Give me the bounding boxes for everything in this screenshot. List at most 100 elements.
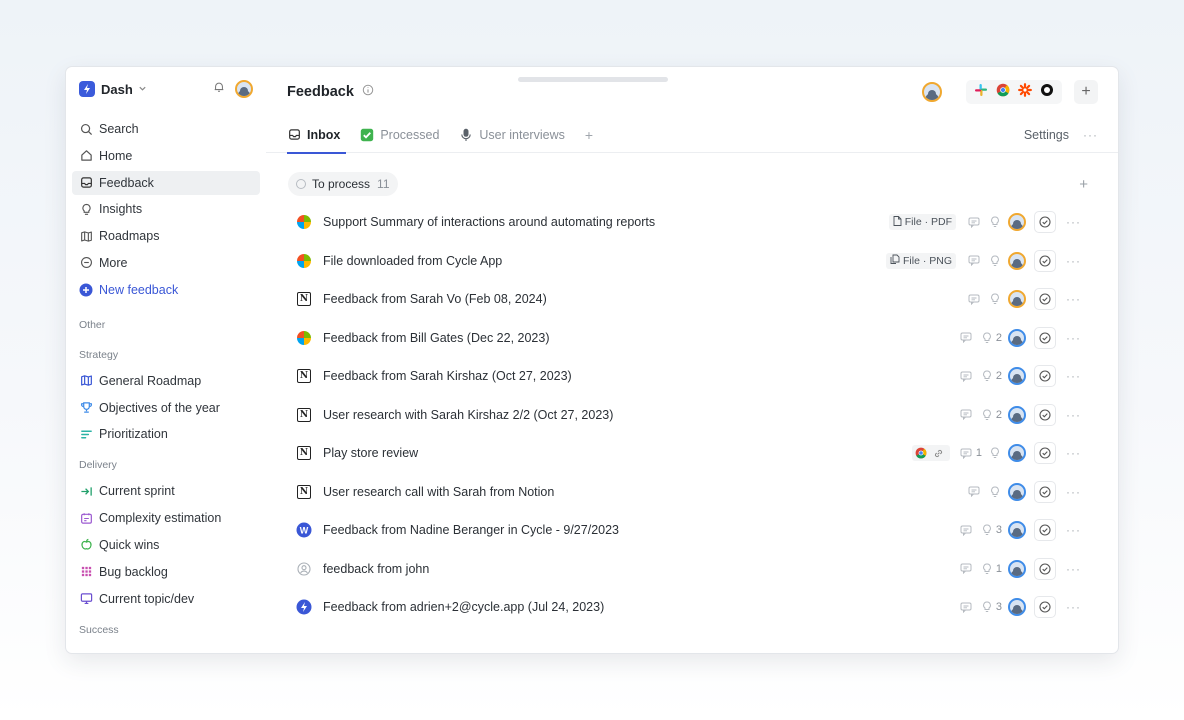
assignee-avatar[interactable] — [1008, 251, 1026, 270]
zapier-icon[interactable] — [1018, 82, 1032, 102]
row-more-icon[interactable]: ··· — [1066, 292, 1080, 306]
comments-count[interactable] — [960, 525, 974, 536]
process-button[interactable] — [1034, 326, 1056, 349]
section-other[interactable]: Other — [72, 318, 260, 332]
sidebar-item-general-roadmap[interactable]: General Roadmap — [72, 369, 260, 393]
table-row[interactable]: N User research with Sarah Kirshaz 2/2 (O… — [288, 396, 1088, 435]
row-more-icon[interactable]: ··· — [1066, 485, 1080, 499]
collaborator-avatar[interactable] — [922, 82, 942, 102]
assignee-avatar[interactable] — [1008, 213, 1026, 232]
nav-home[interactable]: Home — [72, 144, 260, 168]
assignee-avatar[interactable] — [1008, 559, 1026, 578]
row-more-icon[interactable]: ··· — [1066, 254, 1080, 268]
assignee-avatar[interactable] — [1008, 290, 1026, 309]
info-icon[interactable] — [362, 83, 374, 101]
process-button[interactable] — [1034, 403, 1056, 426]
group-to-process[interactable]: To process 11 — [288, 172, 398, 196]
row-more-icon[interactable]: ··· — [1066, 369, 1080, 383]
process-button[interactable] — [1034, 211, 1056, 234]
table-row[interactable]: N User research call with Sarah from Noti… — [288, 473, 1088, 512]
process-button[interactable] — [1034, 480, 1056, 503]
assignee-avatar[interactable] — [1008, 598, 1026, 617]
table-row[interactable]: Support Summary of interactions around a… — [288, 203, 1088, 242]
add-tab-button[interactable]: + — [585, 127, 593, 143]
row-more-icon[interactable]: ··· — [1066, 215, 1080, 229]
sidebar-item-complexity-estimation[interactable]: Complexity estimation — [72, 506, 260, 530]
assignee-avatar[interactable] — [1008, 482, 1026, 501]
row-more-icon[interactable]: ··· — [1066, 408, 1080, 422]
assignee-avatar[interactable] — [1008, 405, 1026, 424]
tab-user-interviews[interactable]: User interviews — [459, 117, 565, 153]
sidebar-item-current-sprint[interactable]: Current sprint — [72, 479, 260, 503]
process-button[interactable] — [1034, 288, 1056, 311]
nav-insights[interactable]: Insights — [72, 197, 260, 221]
tab-processed[interactable]: Processed — [360, 117, 439, 153]
insights-count[interactable] — [990, 293, 1002, 305]
process-button[interactable] — [1034, 596, 1056, 619]
source-link-chip[interactable] — [911, 445, 950, 462]
comments-count[interactable] — [968, 486, 982, 498]
row-more-icon[interactable]: ··· — [1066, 331, 1080, 345]
process-button[interactable] — [1034, 519, 1056, 542]
process-button[interactable] — [1034, 365, 1056, 388]
more-options-icon[interactable]: ··· — [1083, 128, 1097, 142]
nav-feedback[interactable]: Feedback — [72, 170, 260, 195]
table-row[interactable]: feedback from john 1 ··· — [288, 550, 1088, 589]
insights-count[interactable] — [990, 486, 1002, 498]
insights-count[interactable] — [990, 447, 1002, 459]
attachment-chip[interactable]: File · PDF — [888, 214, 956, 231]
new-feedback-button[interactable]: New feedback — [72, 278, 260, 302]
row-more-icon[interactable]: ··· — [1066, 600, 1080, 614]
table-row[interactable]: Feedback from adrien+2@cycle.app (Jul 24… — [288, 588, 1088, 627]
section-success[interactable]: Success — [72, 623, 260, 637]
insights-count[interactable]: 1 — [982, 563, 1002, 575]
insights-count[interactable] — [990, 216, 1002, 228]
comments-count[interactable] — [968, 217, 982, 228]
comments-count[interactable] — [960, 602, 974, 613]
comments-count[interactable]: 1 — [960, 447, 982, 459]
insights-count[interactable]: 3 — [982, 601, 1002, 613]
table-row[interactable]: N Play store review 1 ··· — [288, 434, 1088, 473]
workspace-switcher[interactable]: Dash — [72, 77, 260, 101]
user-avatar[interactable] — [235, 80, 253, 98]
sidebar-item-quick-wins[interactable]: Quick wins — [72, 533, 260, 557]
table-row[interactable]: N Feedback from Sarah Kirshaz (Oct 27, 20… — [288, 357, 1088, 396]
nav-roadmaps[interactable]: Roadmaps — [72, 224, 260, 248]
sidebar-item-bug-backlog[interactable]: Bug backlog — [72, 560, 260, 584]
attachment-chip[interactable]: File · PNG — [885, 252, 956, 269]
insights-count[interactable]: 2 — [982, 332, 1002, 344]
ring-app-icon[interactable] — [1040, 83, 1054, 102]
comments-count[interactable] — [960, 371, 974, 382]
sidebar-item-prioritization[interactable]: Prioritization — [72, 422, 260, 446]
assignee-avatar[interactable] — [1008, 444, 1026, 463]
row-more-icon[interactable]: ··· — [1066, 562, 1080, 576]
insights-count[interactable]: 2 — [982, 370, 1002, 382]
assignee-avatar[interactable] — [1008, 328, 1026, 347]
comments-count[interactable] — [968, 255, 982, 267]
bell-icon[interactable] — [213, 80, 225, 98]
table-row[interactable]: N Feedback from Sarah Vo (Feb 08, 2024) ··… — [288, 280, 1088, 319]
insights-count[interactable]: 3 — [982, 524, 1002, 536]
table-row[interactable]: Feedback from Bill Gates (Dec 22, 2023) 2… — [288, 319, 1088, 358]
comments-count[interactable] — [960, 332, 974, 344]
insights-count[interactable]: 2 — [982, 409, 1002, 421]
add-integration-button[interactable]: + — [1074, 80, 1098, 104]
settings-button[interactable]: Settings — [1024, 128, 1069, 142]
row-more-icon[interactable]: ··· — [1066, 523, 1080, 537]
integrations-group[interactable] — [966, 80, 1062, 104]
table-row[interactable]: W Feedback from Nadine Beranger in Cycle … — [288, 511, 1088, 550]
nav-more[interactable]: More — [72, 251, 260, 275]
tab-inbox[interactable]: Inbox — [287, 117, 347, 154]
section-strategy[interactable]: Strategy — [72, 348, 260, 362]
table-row[interactable]: File downloaded from Cycle App File · PNG… — [288, 242, 1088, 281]
comments-count[interactable] — [960, 409, 974, 421]
chrome-icon[interactable] — [996, 83, 1010, 102]
sidebar-item-objectives[interactable]: Objectives of the year — [72, 396, 260, 420]
assignee-avatar[interactable] — [1008, 367, 1026, 386]
sidebar-item-current-topic[interactable]: Current topic/dev — [72, 587, 260, 611]
section-delivery[interactable]: Delivery — [72, 458, 260, 472]
slack-icon[interactable] — [974, 83, 988, 102]
assignee-avatar[interactable] — [1008, 521, 1026, 540]
row-more-icon[interactable]: ··· — [1066, 446, 1080, 460]
process-button[interactable] — [1034, 442, 1056, 465]
